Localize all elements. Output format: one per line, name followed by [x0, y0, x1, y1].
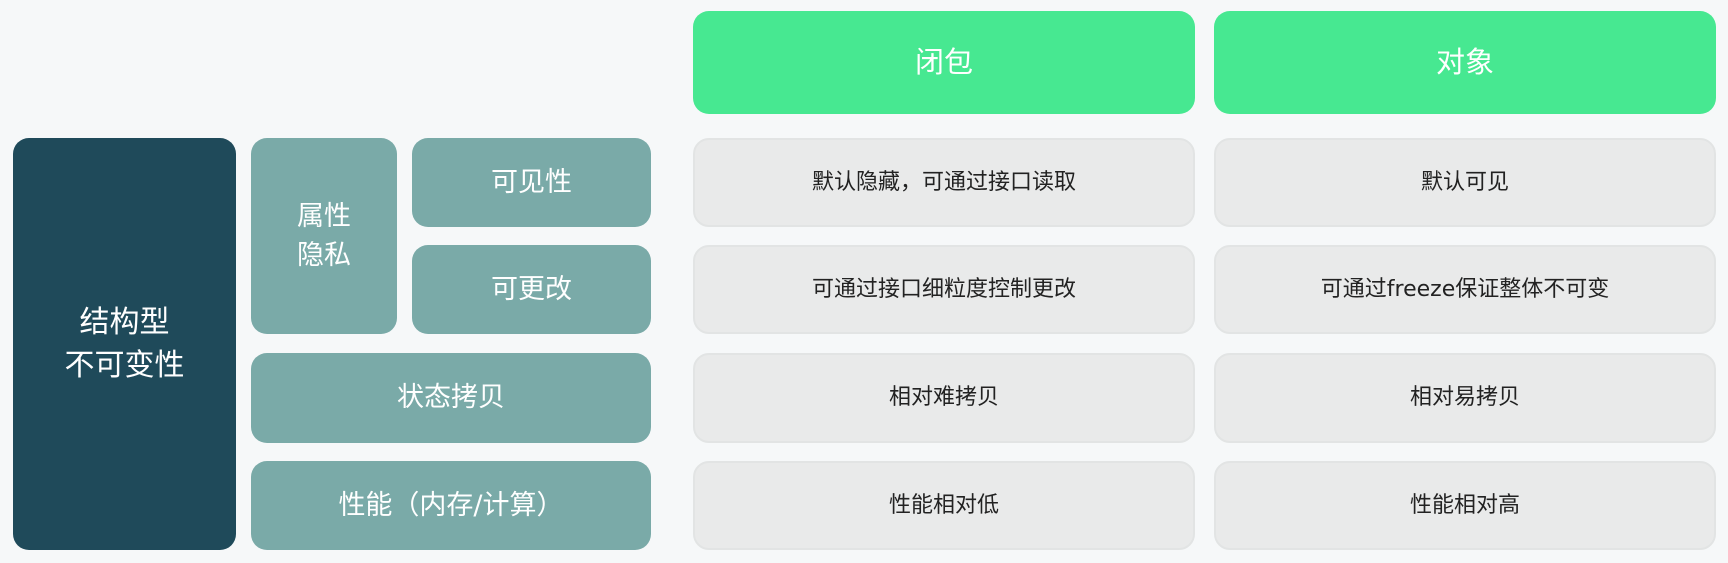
column-header-object: 对象: [1214, 11, 1716, 114]
cell-object-visibility: 默认可见: [1214, 138, 1716, 227]
row-label-performance: 性能（内存/计算）: [251, 461, 651, 550]
row-label-state-copy: 状态拷贝: [251, 353, 651, 443]
cell-object-performance: 性能相对高: [1214, 461, 1716, 550]
category-structural-immutability: 结构型 不可变性: [13, 138, 236, 550]
row-label-mutability: 可更改: [412, 245, 651, 334]
cell-closure-visibility: 默认隐藏，可通过接口读取: [693, 138, 1195, 227]
subgroup-property-privacy: 属性 隐私: [251, 138, 397, 334]
cell-object-state-copy: 相对易拷贝: [1214, 353, 1716, 443]
row-label-visibility: 可见性: [412, 138, 651, 227]
cell-closure-performance: 性能相对低: [693, 461, 1195, 550]
cell-object-mutability: 可通过freeze保证整体不可变: [1214, 245, 1716, 334]
column-header-closure: 闭包: [693, 11, 1195, 114]
cell-closure-mutability: 可通过接口细粒度控制更改: [693, 245, 1195, 334]
cell-closure-state-copy: 相对难拷贝: [693, 353, 1195, 443]
